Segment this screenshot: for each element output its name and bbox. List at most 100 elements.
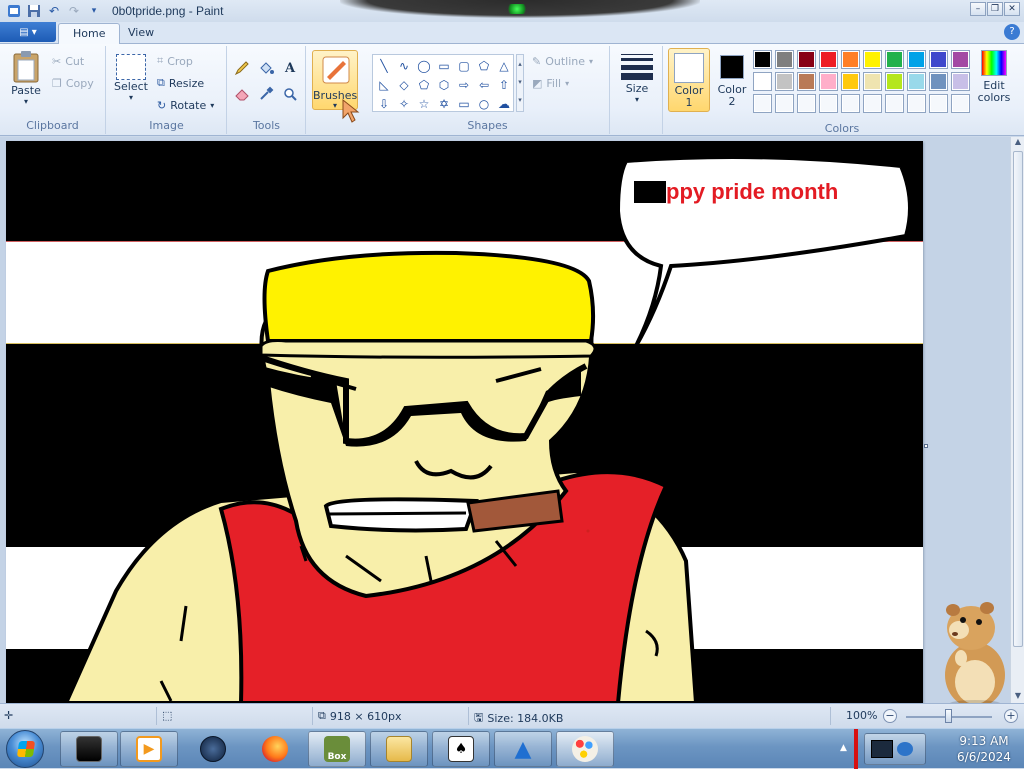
cut-button[interactable]: ✂ Cut	[52, 52, 84, 70]
palette-swatch[interactable]	[841, 50, 860, 69]
help-button[interactable]: ?	[1004, 24, 1020, 40]
rounded-rectangle-shape-icon[interactable]: ▢	[454, 56, 474, 75]
show-hidden-icons-icon[interactable]: ▲	[840, 743, 847, 753]
curve-shape-icon[interactable]: ∿	[394, 56, 414, 75]
palette-swatch[interactable]	[929, 72, 948, 91]
palette-swatch[interactable]	[885, 94, 904, 113]
color2-button[interactable]: Color 2	[712, 48, 752, 112]
zoom-slider-thumb[interactable]	[945, 709, 952, 723]
palette-swatch[interactable]	[753, 72, 772, 91]
magnifier-icon[interactable]	[280, 84, 300, 104]
palette-swatch[interactable]	[907, 72, 926, 91]
palette-swatch[interactable]	[797, 72, 816, 91]
palette-swatch[interactable]	[885, 50, 904, 69]
palette-swatch[interactable]	[775, 94, 794, 113]
tab-home[interactable]: Home	[58, 23, 121, 44]
palette-swatch[interactable]	[841, 94, 860, 113]
taskbar-app-tray[interactable]	[864, 733, 926, 765]
right-triangle-shape-icon[interactable]: ◺	[374, 75, 394, 94]
close-button[interactable]: ✕	[1004, 2, 1020, 16]
oval-callout-shape-icon[interactable]: ○	[474, 94, 494, 113]
cloud-callout-shape-icon[interactable]: ☁	[494, 94, 514, 113]
edit-colors-button[interactable]: Edit colors	[976, 48, 1012, 112]
color-picker-icon[interactable]	[256, 84, 276, 104]
six-point-star-shape-icon[interactable]: ✡	[434, 94, 454, 113]
eraser-icon[interactable]	[232, 84, 252, 104]
palette-swatch[interactable]	[863, 72, 882, 91]
color1-button[interactable]: Color 1	[668, 48, 710, 112]
drawing-canvas[interactable]: ha ppy pride month	[6, 141, 923, 703]
taskbar-app-media-player[interactable]: ▶	[120, 731, 178, 767]
copy-button[interactable]: ❐ Copy	[52, 74, 94, 92]
palette-swatch[interactable]	[841, 72, 860, 91]
rotate-button[interactable]: ↻ Rotate ▾	[157, 96, 214, 114]
resize-button[interactable]: ⧉ Resize	[157, 74, 204, 92]
palette-swatch[interactable]	[819, 50, 838, 69]
palette-swatch[interactable]	[797, 50, 816, 69]
clock[interactable]: 9:13 AM 6/6/2024	[944, 733, 1024, 765]
paste-button[interactable]: Paste ▾	[6, 50, 46, 106]
palette-swatch[interactable]	[753, 50, 772, 69]
palette-swatch[interactable]	[951, 50, 970, 69]
palette-swatch[interactable]	[775, 50, 794, 69]
right-arrow-shape-icon[interactable]: ⇨	[454, 75, 474, 94]
paint-app-icon[interactable]	[6, 3, 22, 19]
scroll-up-arrow-icon[interactable]: ▲	[1011, 137, 1024, 149]
triangle-shape-icon[interactable]: △	[494, 56, 514, 75]
diamond-shape-icon[interactable]: ◇	[394, 75, 414, 94]
taskbar-app-solitaire[interactable]: ♠	[432, 731, 490, 767]
taskbar-app-box[interactable]: Box	[308, 731, 366, 767]
pentagon-shape-icon[interactable]: ⬠	[414, 75, 434, 94]
taskbar-app-paint[interactable]	[556, 731, 614, 767]
palette-swatch[interactable]	[885, 72, 904, 91]
up-arrow-shape-icon[interactable]: ⇧	[494, 75, 514, 94]
palette-swatch[interactable]	[819, 94, 838, 113]
save-icon[interactable]	[26, 3, 42, 19]
size-button[interactable]: Size ▾	[617, 52, 657, 104]
oval-shape-icon[interactable]: ◯	[414, 56, 434, 75]
redo-icon[interactable]: ↷	[66, 3, 82, 19]
canvas-workspace[interactable]: ha ppy pride month	[0, 137, 1010, 703]
taskbar-app-shark[interactable]: ▲	[494, 731, 552, 767]
palette-swatch[interactable]	[929, 50, 948, 69]
line-shape-icon[interactable]: ╲	[374, 56, 394, 75]
left-arrow-shape-icon[interactable]: ⇦	[474, 75, 494, 94]
palette-swatch[interactable]	[907, 50, 926, 69]
shapes-gallery-scroll[interactable]: ▴ ▾ ▾	[516, 54, 524, 112]
palette-swatch[interactable]	[929, 94, 948, 113]
palette-swatch[interactable]	[951, 94, 970, 113]
scrollbar-thumb[interactable]	[1013, 151, 1023, 647]
undo-icon[interactable]: ↶	[46, 3, 62, 19]
zoom-in-button[interactable]: +	[1004, 709, 1018, 723]
hexagon-shape-icon[interactable]: ⬡	[434, 75, 454, 94]
select-button[interactable]: Select ▾	[113, 54, 149, 102]
fill-button[interactable]: ◩ Fill ▾	[532, 74, 569, 92]
palette-swatch[interactable]	[819, 72, 838, 91]
palette-swatch[interactable]	[863, 94, 882, 113]
taskbar-app-explorer[interactable]	[370, 731, 428, 767]
rect-callout-shape-icon[interactable]: ▭	[454, 94, 474, 113]
outline-button[interactable]: ✎ Outline ▾	[532, 52, 593, 70]
palette-swatch[interactable]	[797, 94, 816, 113]
fill-bucket-icon[interactable]	[256, 58, 276, 78]
paint-menu-button[interactable]: ▤ ▾	[0, 22, 56, 42]
palette-swatch[interactable]	[863, 50, 882, 69]
crop-button[interactable]: ⌗ Crop	[157, 52, 193, 70]
palette-swatch[interactable]	[775, 72, 794, 91]
tab-view[interactable]: View	[114, 23, 168, 44]
four-point-star-shape-icon[interactable]: ✧	[394, 94, 414, 113]
minimize-button[interactable]: –	[970, 2, 986, 16]
canvas-resize-handle[interactable]	[924, 444, 928, 448]
taskbar-app-vpn[interactable]	[184, 731, 242, 767]
taskbar-app-firefox[interactable]	[246, 731, 304, 767]
text-tool-icon[interactable]: A	[280, 58, 300, 78]
palette-swatch[interactable]	[907, 94, 926, 113]
zoom-out-button[interactable]: −	[883, 709, 897, 723]
start-button[interactable]	[6, 730, 44, 768]
restore-button[interactable]: ❐	[987, 2, 1003, 16]
five-point-star-shape-icon[interactable]: ☆	[414, 94, 434, 113]
palette-swatch[interactable]	[753, 94, 772, 113]
customize-toolbar-icon[interactable]: ▾	[86, 3, 102, 19]
pencil-icon[interactable]	[232, 58, 252, 78]
rectangle-shape-icon[interactable]: ▭	[434, 56, 454, 75]
